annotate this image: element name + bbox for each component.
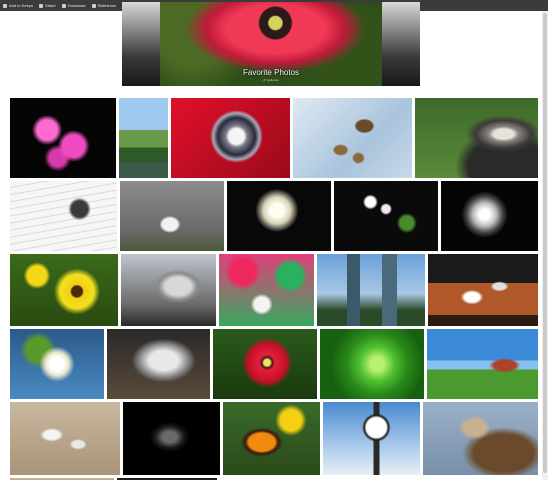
- gallery-count: 27 galleries: [263, 78, 279, 82]
- play-icon: [91, 3, 96, 8]
- download-button[interactable]: Download: [61, 0, 86, 11]
- green-leaves-photo[interactable]: [320, 329, 424, 399]
- gallery-cover: Favorite Photos 27 galleries: [122, 2, 420, 86]
- table-setting-photo[interactable]: [428, 254, 538, 326]
- pink-flowers-photo[interactable]: [10, 98, 116, 178]
- download-icon: [61, 3, 66, 8]
- red-car-headlight-photo[interactable]: [171, 98, 290, 178]
- ducks-photo[interactable]: [293, 98, 412, 178]
- hawk-photo[interactable]: [423, 402, 538, 475]
- photo-grid: [10, 98, 538, 480]
- download-label: Download: [67, 3, 86, 8]
- resort-golf-photo[interactable]: [427, 329, 538, 399]
- share-icon: [39, 3, 44, 8]
- share-label: Share: [45, 3, 56, 8]
- heron-photo[interactable]: [120, 181, 224, 251]
- photo-row: [10, 181, 538, 251]
- yellow-flower-bee-photo[interactable]: [10, 254, 118, 326]
- photo-row: [10, 329, 538, 399]
- photo-row: [10, 402, 538, 475]
- sculpture-photo[interactable]: [107, 329, 210, 399]
- black-white-flower-photo[interactable]: [441, 181, 538, 251]
- twin-towers-photo[interactable]: [317, 254, 425, 326]
- butterfly-flower-photo[interactable]: [223, 402, 320, 475]
- seagull-beach-photo[interactable]: [10, 402, 120, 475]
- scrollbar-thumb[interactable]: [543, 13, 547, 473]
- silhouette-photo[interactable]: [123, 402, 220, 475]
- white-bloom-photo[interactable]: [10, 329, 104, 399]
- lake-photo[interactable]: [119, 98, 168, 178]
- gallery-title: Favorite Photos: [242, 68, 300, 77]
- plus-icon: [3, 3, 7, 8]
- street-clock-photo[interactable]: [323, 402, 420, 475]
- slideshow-button[interactable]: Slideshow: [91, 0, 116, 11]
- capitol-building-photo[interactable]: [121, 254, 216, 326]
- red-poppy-photo[interactable]: [213, 329, 317, 399]
- music-sheet-photo[interactable]: [10, 181, 117, 251]
- slideshow-label: Slideshow: [97, 3, 116, 8]
- page-scrollbar[interactable]: [542, 11, 548, 480]
- add-to-keeps-button[interactable]: Add to Keeps: [3, 0, 33, 11]
- add-to-keeps-label: Add to Keeps: [9, 3, 34, 8]
- vulture-photo[interactable]: [415, 98, 538, 178]
- white-flower-photo[interactable]: [227, 181, 331, 251]
- white-blossom-photo[interactable]: [334, 181, 438, 251]
- photo-row: [10, 98, 538, 178]
- photo-row: [10, 254, 538, 326]
- fan-dancer-photo[interactable]: [219, 254, 314, 326]
- share-button[interactable]: Share: [39, 0, 56, 11]
